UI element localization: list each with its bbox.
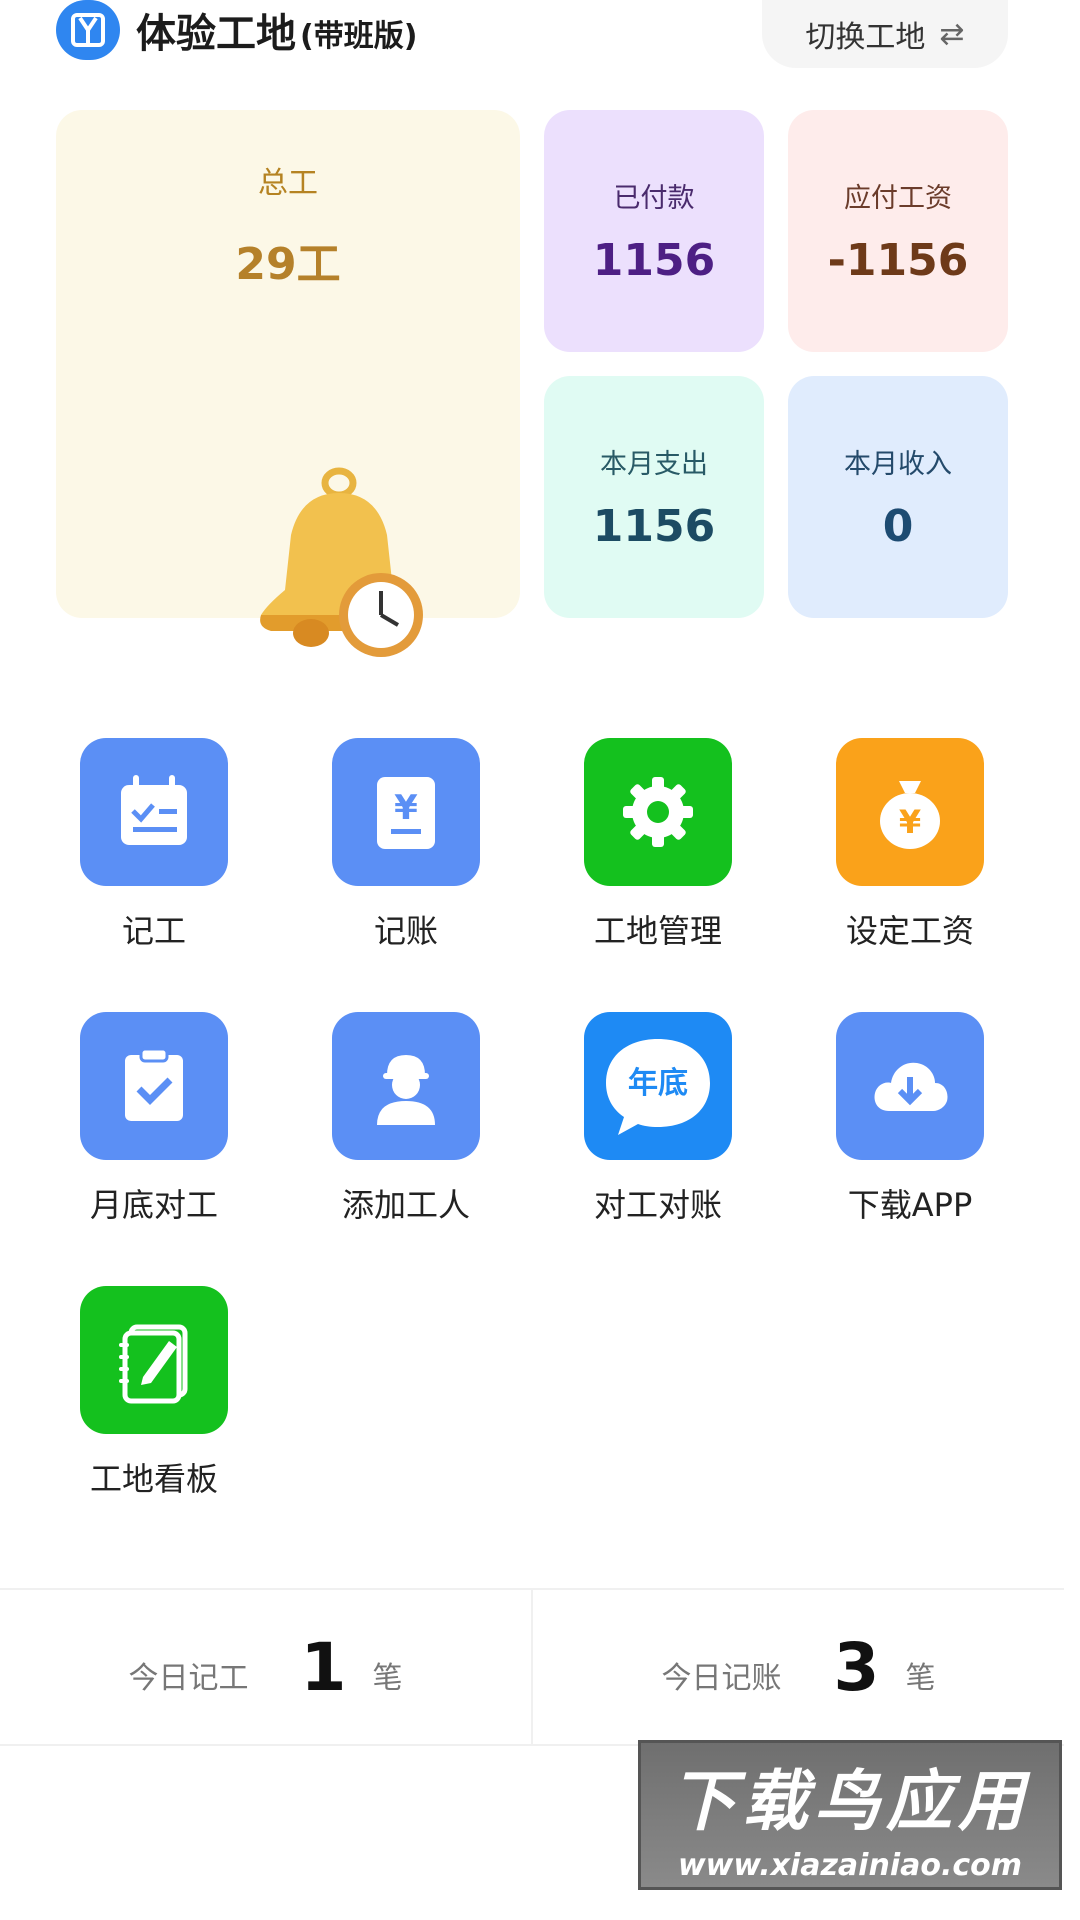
today-account-unit: 笔 [905,1661,936,1696]
switch-site-button[interactable]: 切换工地 ⇄ [762,0,1008,68]
month-income-label: 本月收入 [844,449,952,480]
header: 体验工地 (带班版) 切换工地 ⇄ [0,0,1080,80]
watermark: 下载鸟应用 www.xiazainiao.com [638,1740,1062,1890]
total-work-value: 29工 [235,239,341,290]
site-management-button[interactable]: 工地管理 [568,738,748,952]
today-work-count: 1 [300,1628,347,1706]
month-income-value: 0 [882,501,914,552]
month-expense-card[interactable]: 本月支出 1156 [544,376,764,618]
total-work-card[interactable]: 总工 29工 [56,110,520,657]
money-bag-icon: ¥ [836,738,984,886]
alarm-bell-icon [260,467,423,657]
reconcile-button[interactable]: 年底 对工对账 [568,1012,748,1226]
today-account-label: 今日记账 [661,1661,782,1696]
set-wage-label: 设定工资 [845,912,974,950]
bookkeeping-label: 记账 [373,912,438,950]
worker-icon [332,1012,480,1160]
today-work-stat[interactable]: 今日记工 1 笔 [0,1590,531,1744]
switch-site-label: 切换工地 [805,20,926,55]
bookkeeping-button[interactable]: ¥ 记账 [316,738,496,952]
site-title-edition: (带班版) [300,19,418,54]
yuan-doc-icon: ¥ [332,738,480,886]
month-end-check-button[interactable]: 月底对工 [64,1012,244,1226]
site-title: 体验工地 (带班版) [136,0,417,60]
site-title-main: 体验工地 [136,11,296,57]
app-logo-icon [56,0,120,60]
month-income-card[interactable]: 本月收入 0 [788,376,1008,618]
calendar-check-icon [80,738,228,886]
clipboard-check-icon [80,1012,228,1160]
today-account-stat[interactable]: 今日记账 3 笔 [531,1590,1064,1744]
year-end-bubble-icon: 年底 [584,1012,732,1160]
wage-due-card[interactable]: 应付工资 -1156 [788,110,1008,352]
watermark-url: www.xiazainiao.com [677,1847,1023,1883]
notebook-pen-icon [80,1286,228,1434]
watermark-title: 下载鸟应用 [670,1762,1030,1840]
svg-text:¥: ¥ [394,788,418,828]
today-stats-bar: 今日记工 1 笔 今日记账 3 笔 [0,1588,1064,1746]
site-board-button[interactable]: 工地看板 [64,1286,244,1500]
svg-text:¥: ¥ [899,803,921,841]
paid-value: 1156 [592,235,716,286]
cloud-download-icon [836,1012,984,1160]
wage-due-value: -1156 [827,235,969,286]
today-account-count: 3 [833,1628,880,1706]
month-expense-label: 本月支出 [600,449,708,480]
add-worker-button[interactable]: 添加工人 [316,1012,496,1226]
site-management-label: 工地管理 [593,912,722,950]
wage-due-label: 应付工资 [844,183,952,214]
swap-arrows-icon: ⇄ [939,16,965,52]
today-work-label: 今日记工 [128,1661,249,1696]
record-work-label: 记工 [121,912,186,950]
download-app-label: 下载APP [847,1186,973,1224]
total-work-label: 总工 [258,166,318,201]
gear-icon [584,738,732,886]
today-work-unit: 笔 [372,1661,403,1696]
year-end-badge-text: 年底 [628,1066,688,1101]
set-wage-button[interactable]: ¥ 设定工资 [820,738,1000,952]
add-worker-label: 添加工人 [341,1186,470,1224]
record-work-button[interactable]: 记工 [64,738,244,952]
download-app-button[interactable]: 下载APP [820,1012,1000,1226]
paid-label: 已付款 [613,183,695,214]
paid-card[interactable]: 已付款 1156 [544,110,764,352]
site-board-label: 工地看板 [89,1460,218,1498]
month-end-check-label: 月底对工 [89,1186,218,1224]
reconcile-label: 对工对账 [593,1186,722,1224]
month-expense-value: 1156 [592,501,716,552]
